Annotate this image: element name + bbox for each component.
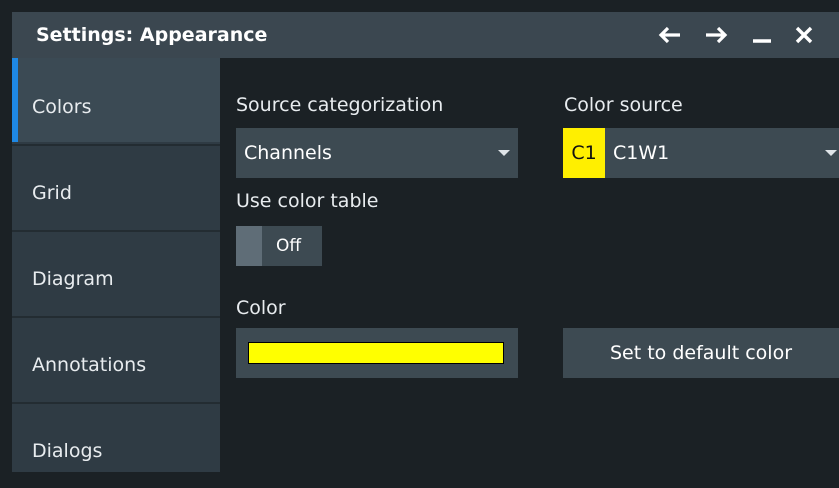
- color-source-value: C1W1: [613, 142, 670, 164]
- color-source-label: Color source: [564, 94, 683, 116]
- channel-chip: C1: [563, 128, 605, 178]
- sidebar-item-label: Dialogs: [32, 440, 103, 462]
- forward-button[interactable]: [698, 12, 734, 58]
- chevron-down-icon: [498, 150, 510, 156]
- toggle-state: Off: [276, 236, 302, 256]
- color-swatch: [248, 342, 504, 364]
- window-title: Settings: Appearance: [36, 24, 268, 46]
- title-bar: Settings: Appearance: [12, 12, 839, 58]
- toggle-knob: [236, 226, 262, 266]
- forward-arrow-icon: [706, 26, 728, 44]
- color-label: Color: [236, 297, 286, 319]
- chevron-down-icon: [825, 150, 837, 156]
- close-button[interactable]: [786, 12, 822, 58]
- use-color-table-toggle[interactable]: Off: [236, 226, 322, 266]
- back-arrow-icon: [658, 26, 680, 44]
- minimize-button[interactable]: [744, 12, 780, 58]
- sidebar-item-diagram[interactable]: Diagram: [12, 232, 220, 316]
- source-categorization-label: Source categorization: [236, 94, 444, 116]
- sidebar-item-label: Diagram: [32, 268, 114, 290]
- minimize-icon: [753, 39, 771, 43]
- sidebar: Colors Grid Diagram Annotations Dialogs: [12, 58, 220, 472]
- active-indicator: [12, 58, 18, 142]
- back-button[interactable]: [652, 12, 688, 58]
- source-categorization-dropdown[interactable]: Channels: [236, 128, 518, 178]
- color-source-dropdown[interactable]: C1 C1W1: [563, 128, 839, 178]
- source-categorization-value: Channels: [244, 142, 332, 164]
- use-color-table-label: Use color table: [236, 190, 379, 212]
- set-default-color-button[interactable]: Set to default color: [563, 328, 839, 378]
- sidebar-item-annotations[interactable]: Annotations: [12, 318, 220, 402]
- color-picker[interactable]: [236, 328, 518, 378]
- sidebar-item-label: Colors: [32, 96, 92, 118]
- sidebar-item-grid[interactable]: Grid: [12, 146, 220, 230]
- sidebar-item-dialogs[interactable]: Dialogs: [12, 404, 220, 488]
- sidebar-item-colors[interactable]: Colors: [12, 58, 220, 142]
- close-icon: [795, 26, 813, 44]
- sidebar-item-label: Annotations: [32, 354, 147, 376]
- sidebar-item-label: Grid: [32, 182, 72, 204]
